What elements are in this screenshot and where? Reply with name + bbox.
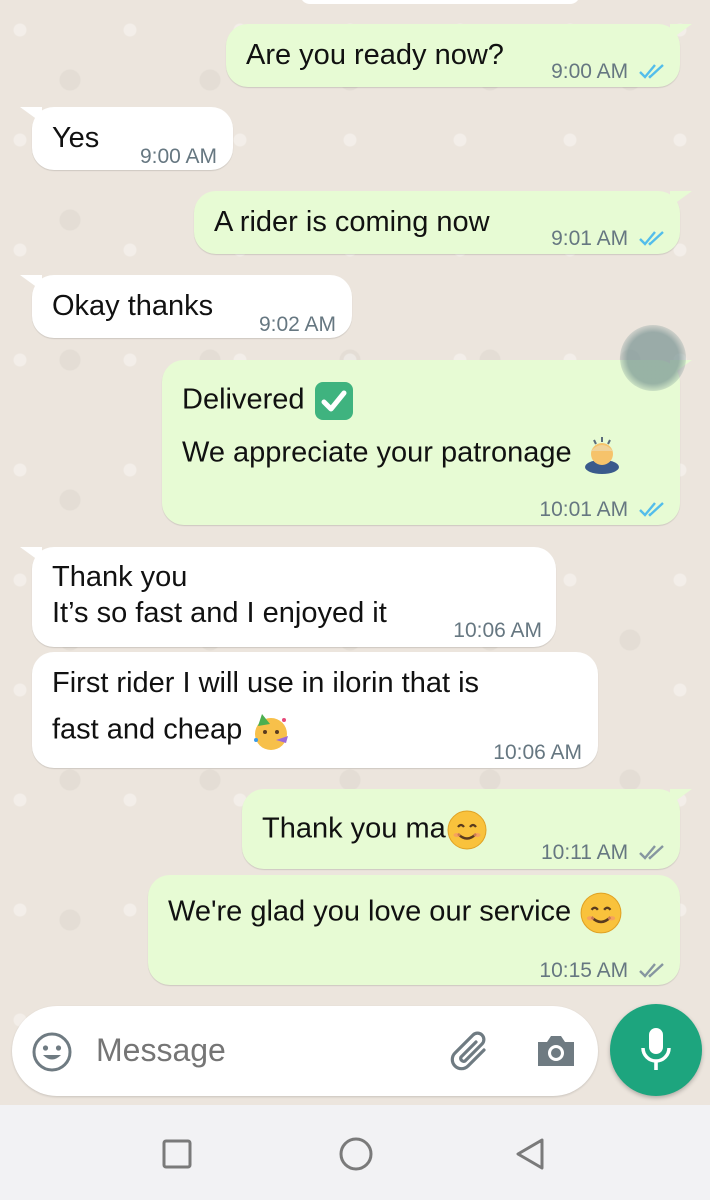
message-text: Yes	[52, 122, 100, 154]
attach-icon[interactable]	[446, 1028, 496, 1076]
check-mark-button-emoji	[314, 382, 353, 420]
message-bubble-outgoing[interactable]: Delivered We appreciate your patronage 1…	[162, 360, 692, 528]
delivered-double-check-icon	[639, 845, 664, 860]
message-time: 10:15 AM	[539, 953, 666, 989]
message-text: Are you ready now?	[246, 39, 504, 71]
camera-icon[interactable]	[534, 1030, 578, 1072]
message-time: 10:06 AM	[453, 619, 542, 642]
message-text: A rider is coming now	[214, 206, 490, 238]
message-text: Okay thanks	[52, 290, 214, 322]
read-double-check-icon	[639, 502, 664, 517]
message-bubble-incoming[interactable]: First rider I will use in ilorin that is…	[32, 652, 598, 768]
mic-button[interactable]	[610, 1004, 702, 1096]
message-line: Thank you	[52, 561, 188, 593]
person-bowing-emoji	[584, 437, 619, 474]
recent-apps-icon[interactable]	[160, 1137, 194, 1171]
delivered-double-check-icon	[639, 963, 664, 978]
message-time: 9:00 AM	[551, 54, 666, 90]
message-line: Delivered	[182, 380, 355, 422]
message-text: We're glad you love our service	[168, 891, 623, 935]
message-time: 9:02 AM	[258, 313, 336, 336]
message-line: It’s so fast and I enjoyed it	[52, 597, 387, 629]
message-bubble-outgoing[interactable]: We're glad you love our service 10:15 AM	[148, 875, 680, 985]
message-bubble-incoming[interactable]: Thank you It’s so fast and I enjoyed it …	[20, 547, 556, 647]
message-time: 10:01 AM	[539, 492, 666, 528]
home-icon[interactable]	[337, 1135, 375, 1173]
read-double-check-icon	[639, 64, 664, 79]
smiling-face-emoji	[447, 810, 487, 850]
emoji-icon[interactable]	[30, 1030, 74, 1074]
message-bubble-incoming[interactable]: Yes 9:00 AM	[20, 107, 233, 170]
message-line: fast and cheap	[52, 710, 292, 752]
mic-icon	[641, 1028, 671, 1070]
back-icon[interactable]	[512, 1135, 548, 1173]
message-text: Thank you ma	[262, 809, 488, 851]
message-time: 9:01 AM	[551, 221, 666, 257]
message-time: 10:11 AM	[541, 835, 666, 871]
message-bubble-outgoing[interactable]: Are you ready now? 9:00 AM	[226, 24, 692, 90]
message-bubble-incoming[interactable]: Okay thanks 9:02 AM	[20, 275, 352, 338]
message-bubble-outgoing[interactable]: A rider is coming now 9:01 AM	[194, 191, 692, 257]
message-composer[interactable]	[12, 1006, 598, 1096]
message-bubble-outgoing[interactable]: Thank you ma 10:11 AM	[242, 789, 692, 871]
read-double-check-icon	[639, 231, 664, 246]
message-input[interactable]	[96, 1032, 426, 1069]
message-time: 10:06 AM	[493, 741, 582, 764]
smiling-face-emoji	[580, 892, 622, 934]
chat-area[interactable]: Are you ready now? 9:00 AM Yes 9:00 AM A…	[0, 0, 710, 1105]
touch-indicator	[620, 325, 686, 391]
message-time: 9:00 AM	[139, 145, 217, 168]
partying-face-emoji	[254, 714, 289, 750]
message-line: First rider I will use in ilorin that is	[52, 667, 480, 699]
previous-message-bubble	[300, 0, 580, 4]
message-line: We appreciate your patronage	[182, 434, 624, 474]
system-navigation-bar	[0, 1105, 710, 1200]
